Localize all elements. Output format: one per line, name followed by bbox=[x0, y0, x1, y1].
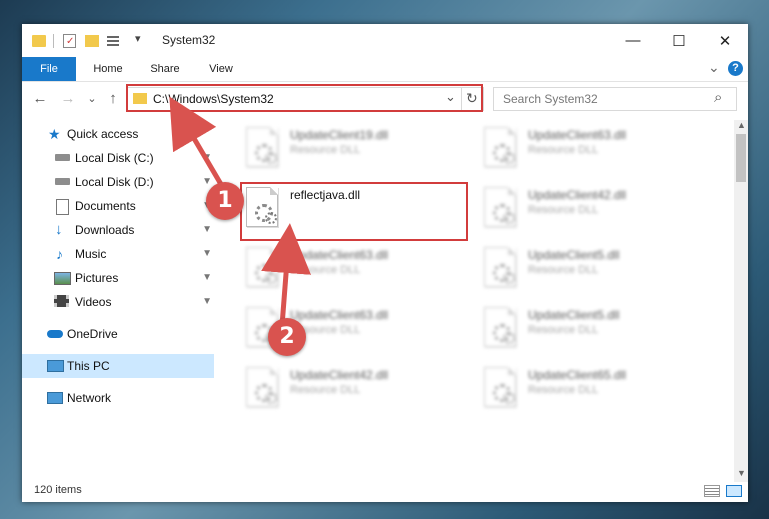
step-2-badge: 2 bbox=[268, 318, 306, 356]
file-item[interactable]: UpdateClient5.dll Resource DLL bbox=[480, 242, 708, 298]
tab-view[interactable]: View bbox=[198, 57, 244, 81]
address-bar-highlight bbox=[126, 84, 483, 112]
network-icon bbox=[47, 392, 63, 404]
status-bar: 120 items bbox=[22, 482, 748, 502]
search-box[interactable]: Search System32 ⌕ bbox=[493, 87, 737, 111]
videos-icon bbox=[54, 295, 69, 307]
dll-file-icon bbox=[246, 367, 278, 407]
file-highlight bbox=[240, 182, 468, 241]
file-item[interactable]: UpdateClient42.dll Resource DLL bbox=[242, 362, 470, 418]
folder-icon bbox=[32, 35, 46, 47]
pin-icon: ▼ bbox=[202, 248, 212, 259]
divider bbox=[53, 34, 54, 48]
file-item[interactable]: UpdateClient5.dll Resource DLL bbox=[480, 302, 708, 358]
sidebar-item-onedrive[interactable]: OneDrive bbox=[22, 322, 214, 346]
window-title: System32 bbox=[162, 33, 216, 47]
sidebar-item-this-pc[interactable]: This PC bbox=[22, 354, 214, 378]
file-list: UpdateClient19.dll Resource DLL reflectj… bbox=[220, 120, 734, 482]
close-button[interactable]: ✕ bbox=[702, 24, 748, 57]
item-count: 120 items bbox=[34, 484, 82, 496]
sidebar-item-downloads[interactable]: ↓ Downloads ▼ bbox=[22, 218, 214, 242]
help-icon[interactable]: ? bbox=[728, 61, 743, 76]
pin-icon: ▼ bbox=[202, 224, 212, 235]
details-view-icon[interactable] bbox=[704, 485, 720, 497]
step-1-badge: 1 bbox=[206, 182, 244, 220]
music-icon: ♪ bbox=[56, 246, 63, 262]
search-icon: ⌕ bbox=[714, 89, 723, 106]
pin-icon: ▼ bbox=[202, 296, 212, 307]
scroll-down-arrow-icon[interactable]: ▼ bbox=[737, 468, 746, 478]
dll-file-icon bbox=[246, 247, 278, 287]
scroll-thumb[interactable] bbox=[736, 134, 746, 182]
dll-file-icon bbox=[246, 127, 278, 167]
pin-icon: ▼ bbox=[202, 152, 212, 163]
expand-ribbon-icon[interactable]: ⌄ bbox=[708, 59, 720, 76]
vertical-scrollbar[interactable]: ▲ ▼ bbox=[734, 120, 748, 482]
file-item[interactable]: UpdateClient19.dll Resource DLL bbox=[242, 122, 470, 178]
pin-icon: ▼ bbox=[202, 272, 212, 283]
title-bar: ✓ ▾ System32 — ☐ ✕ bbox=[22, 24, 748, 57]
dll-file-icon bbox=[484, 127, 516, 167]
sidebar-item-music[interactable]: ♪ Music ▼ bbox=[22, 242, 214, 266]
navigation-pane: ★ Quick access Local Disk (C:) ▼ Local D… bbox=[22, 120, 216, 482]
dll-file-icon bbox=[484, 367, 516, 407]
file-item[interactable]: UpdateClient65.dll Resource DLL bbox=[480, 362, 708, 418]
scroll-up-arrow-icon[interactable]: ▲ bbox=[737, 120, 746, 130]
file-item[interactable]: UpdateClient63.dll Resource DLL bbox=[480, 122, 708, 178]
sidebar-item-videos[interactable]: Videos ▼ bbox=[22, 290, 214, 314]
downloads-icon: ↓ bbox=[55, 221, 63, 238]
properties-icon[interactable]: ✓ bbox=[63, 34, 76, 48]
dll-file-icon bbox=[484, 307, 516, 347]
search-input[interactable]: Search System32 bbox=[503, 92, 598, 106]
view-options-icon[interactable] bbox=[107, 34, 123, 48]
new-folder-icon[interactable] bbox=[85, 35, 99, 47]
sidebar-item-pictures[interactable]: Pictures ▼ bbox=[22, 266, 214, 290]
forward-button[interactable]: → bbox=[60, 91, 76, 107]
dll-file-icon bbox=[484, 187, 516, 227]
sidebar-item-local-disk-c[interactable]: Local Disk (C:) ▼ bbox=[22, 146, 214, 170]
file-item[interactable]: UpdateClient42.dll Resource DLL bbox=[480, 182, 708, 238]
large-icons-view-icon[interactable] bbox=[726, 485, 742, 497]
file-item[interactable]: UpdateClient63.dll Resource DLL bbox=[242, 242, 470, 298]
sidebar-item-network[interactable]: Network bbox=[22, 386, 214, 410]
tab-home[interactable]: Home bbox=[84, 57, 132, 81]
sidebar-item-local-disk-d[interactable]: Local Disk (D:) ▼ bbox=[22, 170, 214, 194]
up-button[interactable]: ↑ bbox=[105, 91, 121, 107]
customize-toolbar-icon[interactable]: ▾ bbox=[135, 32, 141, 45]
maximize-button[interactable]: ☐ bbox=[656, 24, 702, 57]
tab-file[interactable]: File bbox=[22, 57, 76, 81]
recent-locations-button[interactable]: ⌄ bbox=[84, 91, 100, 107]
minimize-button[interactable]: — bbox=[610, 24, 656, 57]
back-button[interactable]: ← bbox=[32, 91, 48, 107]
tab-share[interactable]: Share bbox=[142, 57, 188, 81]
drive-icon bbox=[55, 178, 70, 185]
dll-file-icon bbox=[484, 247, 516, 287]
pictures-icon bbox=[54, 272, 71, 285]
drive-icon bbox=[55, 154, 70, 161]
cloud-icon bbox=[47, 330, 63, 338]
ribbon: File Home Share View ⌄ ? bbox=[22, 57, 748, 82]
computer-icon bbox=[47, 360, 64, 372]
sidebar-item-quick-access[interactable]: ★ Quick access bbox=[22, 122, 214, 146]
star-icon: ★ bbox=[48, 126, 61, 142]
documents-icon bbox=[56, 199, 69, 215]
sidebar-item-documents[interactable]: Documents ▼ bbox=[22, 194, 214, 218]
